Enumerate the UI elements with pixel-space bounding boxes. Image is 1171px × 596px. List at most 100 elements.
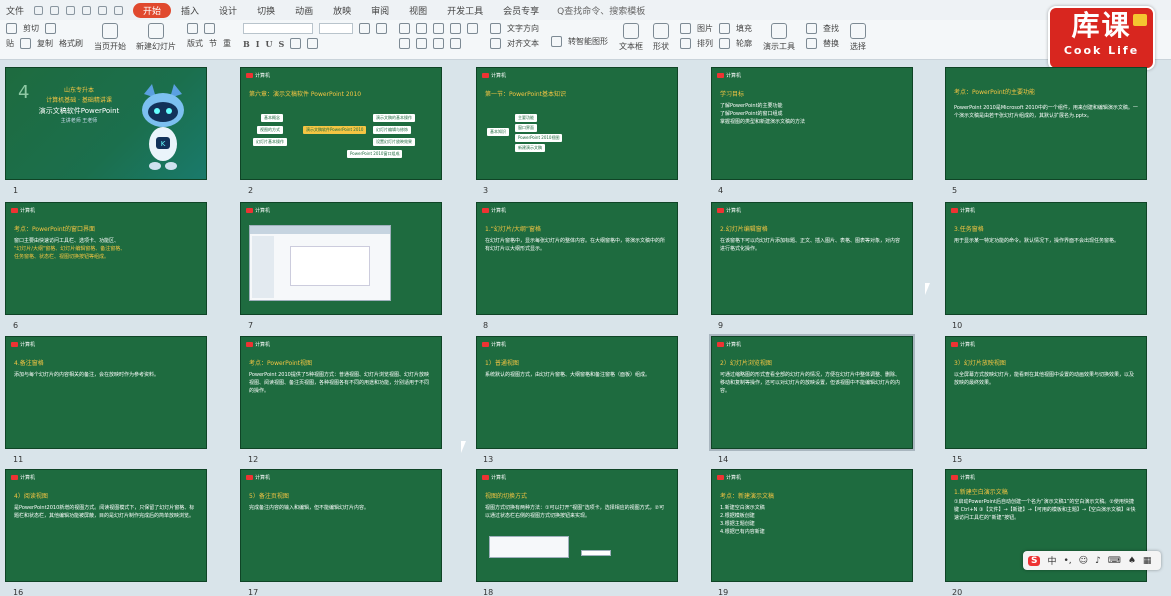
- file-menu[interactable]: 文件: [0, 4, 30, 17]
- export-icon[interactable]: [50, 5, 60, 15]
- select-button[interactable]: 选择: [845, 20, 871, 55]
- sogou-icon[interactable]: S: [1028, 555, 1041, 566]
- strike-button[interactable]: S: [279, 39, 285, 49]
- cut-button[interactable]: 剪切: [23, 23, 39, 34]
- tab-member[interactable]: 会员专享: [493, 4, 549, 17]
- logo-en: Cook Life: [1063, 44, 1140, 57]
- slide-title: 考点：PowerPoint的窗口界面: [14, 226, 96, 233]
- indent-icon[interactable]: [433, 23, 444, 34]
- slide-title: 3.任务窗格: [954, 226, 984, 233]
- slide-thumbnail[interactable]: 计算机 1.“幻灯片/大纲”窗格 在幻灯片窗格中，显示每张幻灯片的整体内容。在大…: [476, 202, 678, 315]
- format-painter-button[interactable]: 格式刷: [59, 38, 83, 49]
- text-direction-button[interactable]: 文字方向: [507, 23, 539, 34]
- shape-button[interactable]: 形状: [648, 20, 674, 55]
- microphone-icon[interactable]: ♪: [1095, 556, 1101, 566]
- paste-button[interactable]: 贴: [6, 38, 14, 49]
- quick-access-toolbar: [34, 5, 124, 15]
- outline-button[interactable]: 轮廓: [736, 38, 752, 49]
- slide-body: 系统默认的视图方式，由幻灯片窗格、大纲窗格和备注窗格（面板）组成。: [485, 372, 651, 378]
- slide-number: 12: [248, 455, 259, 464]
- body-line: 任务窗格、状态栏、视图切换按钮等组成。: [14, 254, 110, 260]
- slide-thumbnail[interactable]: 考点：PowerPoint的主要功能 PowerPoint 2010是Micro…: [945, 67, 1147, 180]
- bullets-icon[interactable]: [399, 23, 410, 34]
- replace-button[interactable]: 替换: [823, 38, 839, 49]
- fill-button[interactable]: 填充: [736, 23, 752, 34]
- highlight-icon[interactable]: [307, 38, 319, 49]
- status-bar-screenshot: [581, 550, 611, 556]
- slide-thumbnail[interactable]: 计算机: [240, 202, 442, 315]
- copy-button[interactable]: 复制: [37, 38, 53, 49]
- from-current-button[interactable]: 当页开始: [89, 20, 131, 55]
- command-search[interactable]: Q查找命令、搜索模板: [557, 4, 645, 17]
- slide-thumbnail[interactable]: 计算机 3）幻灯片放映视图 以全屏幕方式放映幻灯片，能看到在其他视图中设置的动画…: [945, 336, 1147, 449]
- slide-thumbnail[interactable]: 计算机 4.备注窗格 添加与每个幻灯片的内容相关的备注，会在放映时作为参考资料。: [5, 336, 207, 449]
- slide-thumbnail[interactable]: 计算机 2.幻灯片编辑窗格 在该窗格下可以向幻灯片添加标题、正文、插入图片、表格…: [711, 202, 913, 315]
- slide-thumbnail[interactable]: 计算机 5）备注页视图 完成备注内容的输入和编辑，但不能编辑幻灯片内容。: [240, 469, 442, 582]
- numbering-icon[interactable]: [416, 23, 427, 34]
- tab-design[interactable]: 设计: [209, 4, 247, 17]
- justify-icon[interactable]: [450, 38, 461, 49]
- bold-button[interactable]: B: [243, 39, 250, 49]
- slide-thumbnail[interactable]: 计算机 考点：PowerPoint的窗口界面 窗口主要由快速访问工具栏、选项卡、…: [5, 202, 207, 315]
- ime-toolbar[interactable]: S 中 •, ☺ ♪ ⌨ ♠ ▦: [1023, 551, 1161, 570]
- skin-icon[interactable]: ♠: [1128, 556, 1136, 566]
- find-button[interactable]: 查找: [823, 23, 839, 34]
- slide-thumbnail[interactable]: 计算机 视图的切换方式 视图方式切换有两种方法：①可以打开“视图”选项卡，选择相…: [476, 469, 678, 582]
- play-icon: [102, 23, 118, 39]
- tab-review[interactable]: 审阅: [361, 4, 399, 17]
- slide-thumbnail[interactable]: 计算机 第六章：演示文稿软件 PowerPoint 2010 基本概念 视图的方…: [240, 67, 442, 180]
- slide-number: 3: [483, 186, 489, 195]
- text-box-button[interactable]: 文本框: [614, 20, 648, 55]
- arrange-button[interactable]: 排列: [697, 38, 713, 49]
- toolbox-icon[interactable]: ▦: [1143, 556, 1152, 566]
- tab-insert[interactable]: 插入: [171, 4, 209, 17]
- slide-thumbnail[interactable]: 计算机 考点：新建演示文稿 1.新建空白演示文稿 2.根据模板创建 3.根据主题…: [711, 469, 913, 582]
- slide-thumbnail-selected[interactable]: 计算机 2）幻灯片浏览视图 可通过缩略图的形式查看全部的幻灯片的情况，方便在幻灯…: [709, 334, 915, 451]
- slide-thumbnail[interactable]: 计算机 4）阅读视图 是PowerPoint2010新增的视图方式。阅读视图模式…: [5, 469, 207, 582]
- ime-language[interactable]: 中: [1047, 554, 1056, 567]
- align-text-button[interactable]: 对齐文本: [507, 38, 539, 49]
- preview-icon[interactable]: [82, 5, 92, 15]
- line-spacing-icon[interactable]: [467, 23, 478, 34]
- slide-thumbnail[interactable]: 计算机 3.任务窗格 用于显示某一特定功能的命令。默认情况下，操作界面不会出现任…: [945, 202, 1147, 315]
- tab-transitions[interactable]: 切换: [247, 4, 285, 17]
- picture-icon: [680, 23, 691, 34]
- reset-button[interactable]: 重: [223, 38, 231, 49]
- print-icon[interactable]: [66, 5, 76, 15]
- shrink-font-icon[interactable]: [376, 23, 387, 34]
- font-name-select[interactable]: [243, 23, 313, 34]
- slide-thumbnail[interactable]: 计算机 学习目标 了解PowerPoint的主要功能 了解PowerPoint的…: [711, 67, 913, 180]
- picture-button[interactable]: 图片: [697, 23, 713, 34]
- font-color-icon[interactable]: [290, 38, 302, 49]
- redo-icon[interactable]: [114, 5, 124, 15]
- undo-icon[interactable]: [98, 5, 108, 15]
- save-icon[interactable]: [34, 5, 44, 15]
- italic-button[interactable]: I: [256, 39, 260, 49]
- slide-number: 19: [718, 588, 729, 596]
- keyboard-icon[interactable]: ⌨: [1108, 556, 1121, 566]
- new-slide-button[interactable]: 新建幻灯片: [131, 20, 181, 55]
- layout-button[interactable]: 版式: [187, 38, 203, 49]
- outdent-icon[interactable]: [450, 23, 461, 34]
- punctuation-icon[interactable]: •,: [1064, 556, 1072, 566]
- present-tools-button[interactable]: 演示工具: [758, 20, 800, 55]
- tab-animations[interactable]: 动画: [285, 4, 323, 17]
- tab-view[interactable]: 视图: [399, 4, 437, 17]
- align-center-icon[interactable]: [416, 38, 427, 49]
- underline-button[interactable]: U: [266, 39, 273, 49]
- svg-text:K: K: [161, 140, 166, 148]
- slide-thumbnail[interactable]: 计算机 第一节：PowerPoint基本知识 基本知识 主要功能 窗口界面 Po…: [476, 67, 678, 180]
- align-left-icon[interactable]: [399, 38, 410, 49]
- emoji-icon[interactable]: ☺: [1079, 556, 1088, 566]
- grow-font-icon[interactable]: [359, 23, 370, 34]
- tab-slideshow[interactable]: 放映: [323, 4, 361, 17]
- tab-home[interactable]: 开始: [133, 2, 172, 18]
- align-right-icon[interactable]: [433, 38, 444, 49]
- slide-thumbnail[interactable]: 4 山东专升本 计算机基础 · 基础精讲课 演示文稿软件PowerPoint 主…: [5, 67, 207, 180]
- tab-developer[interactable]: 开发工具: [437, 4, 493, 17]
- section-button[interactable]: 节: [209, 38, 217, 49]
- slide-thumbnail[interactable]: 计算机 考点：PowerPoint视图 PowerPoint 2010提供了5种…: [240, 336, 442, 449]
- smartart-button[interactable]: 转智能图形: [568, 36, 608, 47]
- font-size-select[interactable]: [319, 23, 353, 34]
- slide-thumbnail[interactable]: 计算机 1）普通视图 系统默认的视图方式，由幻灯片窗格、大纲窗格和备注窗格（面板…: [476, 336, 678, 449]
